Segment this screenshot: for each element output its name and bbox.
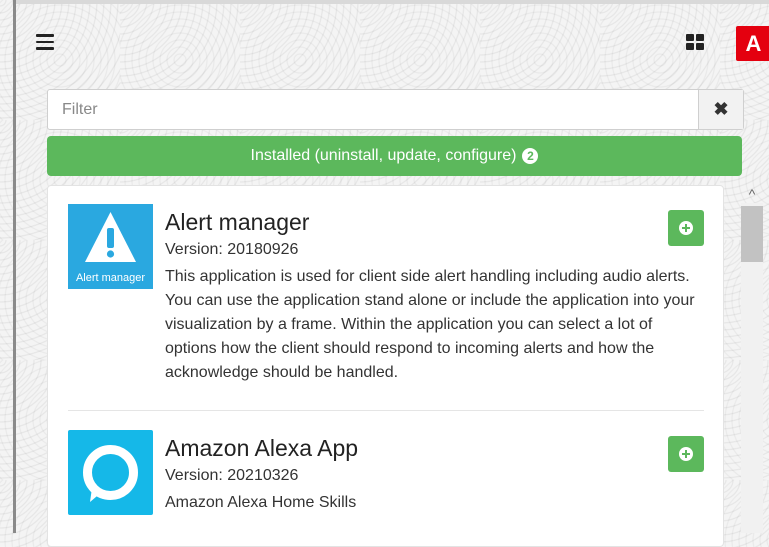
plus-circle-icon	[679, 447, 693, 461]
app-version: Version: 20180926	[165, 241, 299, 258]
menu-line	[36, 47, 54, 50]
grid-view-icon[interactable]	[686, 34, 704, 50]
app-list: Alert manager Alert manager Version: 201…	[47, 185, 724, 547]
clear-filter-button[interactable]: ✖	[698, 90, 743, 129]
grid-cell	[686, 34, 694, 41]
grid-cell	[696, 34, 704, 41]
grid-cell	[696, 43, 704, 50]
alert-manager-icon: Alert manager	[68, 204, 153, 289]
menu-line	[36, 40, 54, 43]
app-details: Alert manager Version: 20180926 This app…	[165, 204, 705, 385]
app-details: Amazon Alexa App Version: 20210326 Amazo…	[165, 430, 705, 515]
plus-circle-icon	[679, 221, 693, 235]
app-description: Amazon Alexa Home Skills	[165, 494, 357, 511]
menu-line	[36, 34, 54, 37]
top-bar: A	[16, 4, 769, 64]
window-left-border	[13, 0, 16, 533]
app-version: Version: 20210326	[165, 467, 299, 484]
filter-input[interactable]	[48, 90, 698, 129]
install-alexa-button[interactable]	[668, 436, 704, 472]
filter-bar: ✖	[47, 89, 744, 130]
list-divider	[68, 410, 704, 411]
list-item: Amazon Alexa App Version: 20210326 Amazo…	[68, 430, 704, 540]
icon-caption: Alert manager	[75, 272, 146, 284]
scrollbar-thumb[interactable]	[741, 206, 763, 262]
app-logo[interactable]: A	[736, 26, 769, 61]
installed-count-badge: 2	[522, 148, 539, 164]
install-alert-manager-button[interactable]	[668, 210, 704, 246]
app-description: This application is used for client side…	[165, 268, 695, 381]
app-title: Alert manager	[165, 209, 310, 235]
hamburger-menu-icon[interactable]	[36, 34, 54, 50]
app-title: Amazon Alexa App	[165, 435, 359, 461]
installed-label: Installed (uninstall, update, configure)	[250, 147, 517, 164]
amazon-alexa-icon	[68, 430, 153, 515]
grid-cell	[686, 43, 694, 50]
close-icon: ✖	[713, 99, 729, 119]
installed-apps-button[interactable]: Installed (uninstall, update, configure)…	[47, 136, 742, 176]
scroll-up-arrow[interactable]: ^	[741, 185, 763, 203]
list-item: Alert manager Alert manager Version: 201…	[68, 204, 704, 394]
alexa-ring-icon	[83, 445, 138, 502]
